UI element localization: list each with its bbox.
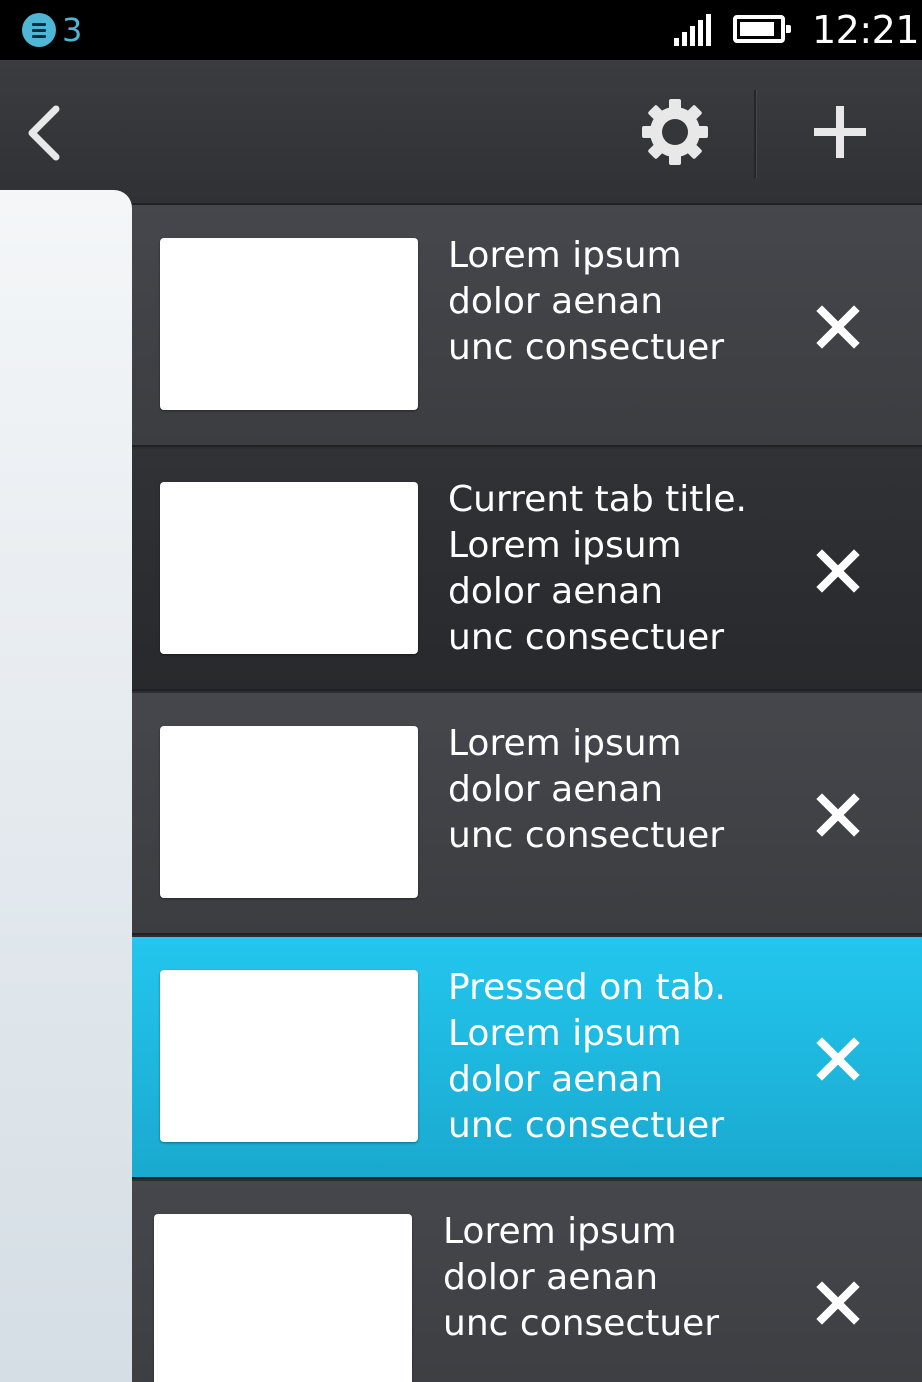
notification-indicator[interactable]: 3: [22, 12, 82, 48]
tab-title: Lorem ipsum dolor aenan unc consectuer: [448, 235, 725, 368]
tab-title: Pressed on tab. Lorem ipsum dolor aenan …: [448, 967, 726, 1146]
signal-strength-icon: [674, 12, 718, 46]
tab-list: Lorem ipsum dolor aenan unc consectuer C…: [132, 205, 922, 1382]
tab-title: Lorem ipsum dolor aenan unc consectuer: [448, 723, 725, 856]
tab-item-pressed[interactable]: Pressed on tab. Lorem ipsum dolor aenan …: [132, 937, 922, 1179]
new-tab-button[interactable]: [800, 90, 880, 175]
tab-title: Current tab title. Lorem ipsum dolor aen…: [448, 479, 747, 658]
battery-icon: [733, 15, 791, 43]
close-tab-button[interactable]: [812, 1277, 864, 1329]
tab-item[interactable]: Lorem ipsum dolor aenan unc consectuer: [132, 205, 922, 447]
status-bar: 3 12:21: [0, 0, 922, 60]
battery-level-fill: [740, 22, 774, 36]
toolbar-divider: [754, 90, 757, 178]
tab-item-current[interactable]: Current tab title. Lorem ipsum dolor aen…: [132, 449, 922, 691]
tab-thumbnail: [160, 726, 418, 898]
close-icon: [816, 793, 860, 837]
close-tab-button[interactable]: [812, 1033, 864, 1085]
chevron-left-icon: [28, 105, 60, 161]
close-icon: [816, 1281, 860, 1325]
gear-icon: [642, 99, 708, 165]
close-tab-button[interactable]: [812, 545, 864, 597]
page-preview-panel[interactable]: [0, 190, 132, 1382]
notification-count: 3: [62, 11, 83, 49]
close-icon: [816, 549, 860, 593]
tab-item[interactable]: Lorem ipsum dolor aenan unc consectuer: [132, 693, 922, 935]
settings-button[interactable]: [630, 90, 720, 175]
tab-thumbnail: [154, 1214, 412, 1382]
notification-icon: [22, 13, 56, 47]
close-icon: [816, 1037, 860, 1081]
close-tab-button[interactable]: [812, 301, 864, 353]
close-icon: [816, 305, 860, 349]
tab-thumbnail: [160, 238, 418, 410]
close-tab-button[interactable]: [812, 789, 864, 841]
clock: 12:21: [812, 8, 920, 52]
tab-title: Lorem ipsum dolor aenan unc consectuer: [443, 1211, 720, 1344]
back-button[interactable]: [10, 85, 80, 180]
toolbar: [0, 60, 922, 205]
tab-thumbnail: [160, 482, 418, 654]
tabs-screen: 3 12:21 Lorem ipsum dolor aenan unc cons…: [0, 0, 922, 1382]
tab-thumbnail: [160, 970, 418, 1142]
plus-icon: [814, 106, 866, 158]
tab-item[interactable]: Lorem ipsum dolor aenan unc consectuer: [132, 1181, 922, 1382]
